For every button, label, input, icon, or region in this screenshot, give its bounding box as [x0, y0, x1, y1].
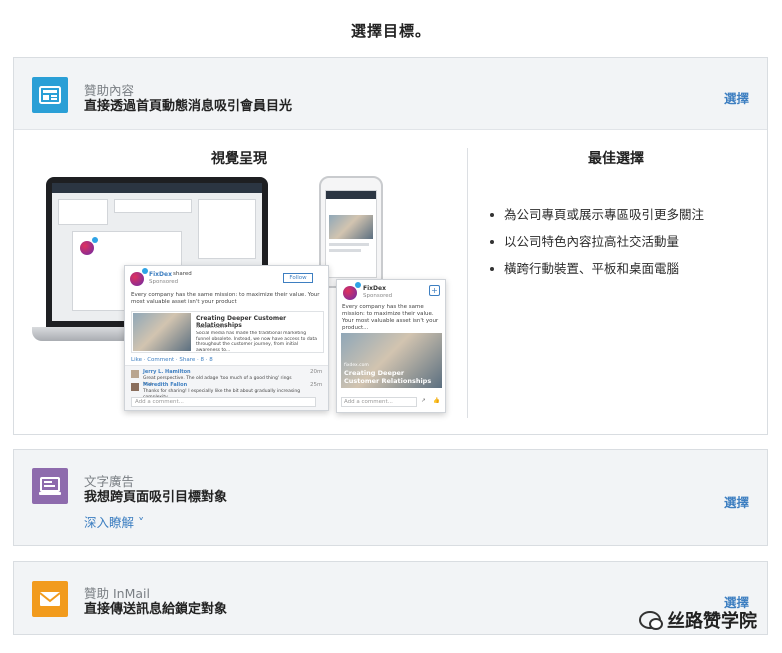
mobile-sponsored-post-preview: FixDex Sponsored + Every company has the… [336, 279, 446, 413]
post-actions: Like · Comment · Share · 8 · 8 [131, 357, 213, 363]
mobile-add-comment-field: Add a comment... [344, 399, 393, 405]
comment-1-time: 20m [310, 369, 323, 375]
post-shared-label: shared [173, 271, 192, 277]
mobile-post-sponsored-label: Sponsored [363, 293, 393, 299]
best-for-list: 為公司專頁或展示專區吸引更多關注 以公司特色內容拉高社交活動量 橫跨行動裝置、平… [488, 207, 704, 288]
page-title: 選擇目標。 [350, 22, 431, 40]
mobile-share-icon: ↗ [421, 398, 426, 404]
post-sponsored-label: Sponsored [149, 279, 179, 285]
visual-preview-title: 視覺呈現 [211, 151, 267, 167]
mobile-follow-plus-icon: + [429, 285, 440, 296]
mobile-post-text: Every company has the same mission: to m… [342, 304, 439, 331]
best-for-item: 以公司特色內容拉高社交活動量 [488, 234, 704, 261]
mobile-article-title: Creating Deeper Customer Relationships [344, 369, 432, 385]
learn-more-link[interactable]: 深入瞭解 ˅ [84, 512, 144, 531]
text-ads-card: 文字廣告 我想跨頁面吸引目標對象 深入瞭解 ˅ 選擇 [13, 449, 768, 546]
mobile-post-company-name: FixDex [363, 285, 386, 292]
article-description: Social media has made the traditional ma… [196, 331, 317, 351]
post-company-name: FixDex [149, 271, 172, 278]
desktop-sponsored-post-preview: FixDex shared Sponsored Follow Every com… [124, 265, 329, 411]
best-for-item: 橫跨行動裝置、平板和桌面電腦 [488, 261, 704, 288]
sponsored-content-details: 視覺呈現 最佳選擇 FixDex shared Sponsored Follow… [14, 130, 767, 434]
monitor-icon [32, 468, 68, 504]
envelope-icon [32, 581, 68, 617]
best-for-title: 最佳選擇 [588, 151, 644, 167]
mobile-article-source: fixdex.com [344, 363, 369, 368]
comment-2-author: Meredith Fallon [143, 382, 188, 388]
sponsored-content-select-button[interactable]: 選擇 [724, 88, 749, 107]
sponsored-content-header: 贊助內容 直接透過首頁動態消息吸引會員目光 選擇 [14, 58, 767, 130]
sponsored-content-card: 贊助內容 直接透過首頁動態消息吸引會員目光 選擇 視覺呈現 最佳選擇 FixDe… [13, 57, 768, 435]
column-divider [467, 148, 468, 418]
chat-bubble-icon [639, 611, 663, 630]
watermark-text: 丝路赞学院 [667, 611, 757, 632]
sponsored-inmail-headline: 直接傳送訊息給鎖定對象 [84, 602, 228, 617]
article-icon [32, 77, 68, 113]
follow-button: Follow [283, 273, 313, 283]
mobile-like-icon: 👍 [433, 398, 440, 404]
article-source: fixdex.com [196, 324, 227, 330]
comment-2-time: 25m [310, 382, 323, 388]
text-ads-select-button[interactable]: 選擇 [724, 492, 749, 511]
add-comment-field: Add a comment... [135, 399, 184, 405]
best-for-item: 為公司專頁或展示專區吸引更多關注 [488, 207, 704, 234]
sponsored-content-headline: 直接透過首頁動態消息吸引會員目光 [84, 99, 293, 114]
text-ads-headline: 我想跨頁面吸引目標對象 [84, 490, 228, 505]
watermark: 丝路赞学院 [639, 607, 757, 633]
comment-1-author: Jerry L. Hamilton [143, 369, 191, 375]
post-text: Every company has the same mission: to m… [131, 292, 320, 305]
